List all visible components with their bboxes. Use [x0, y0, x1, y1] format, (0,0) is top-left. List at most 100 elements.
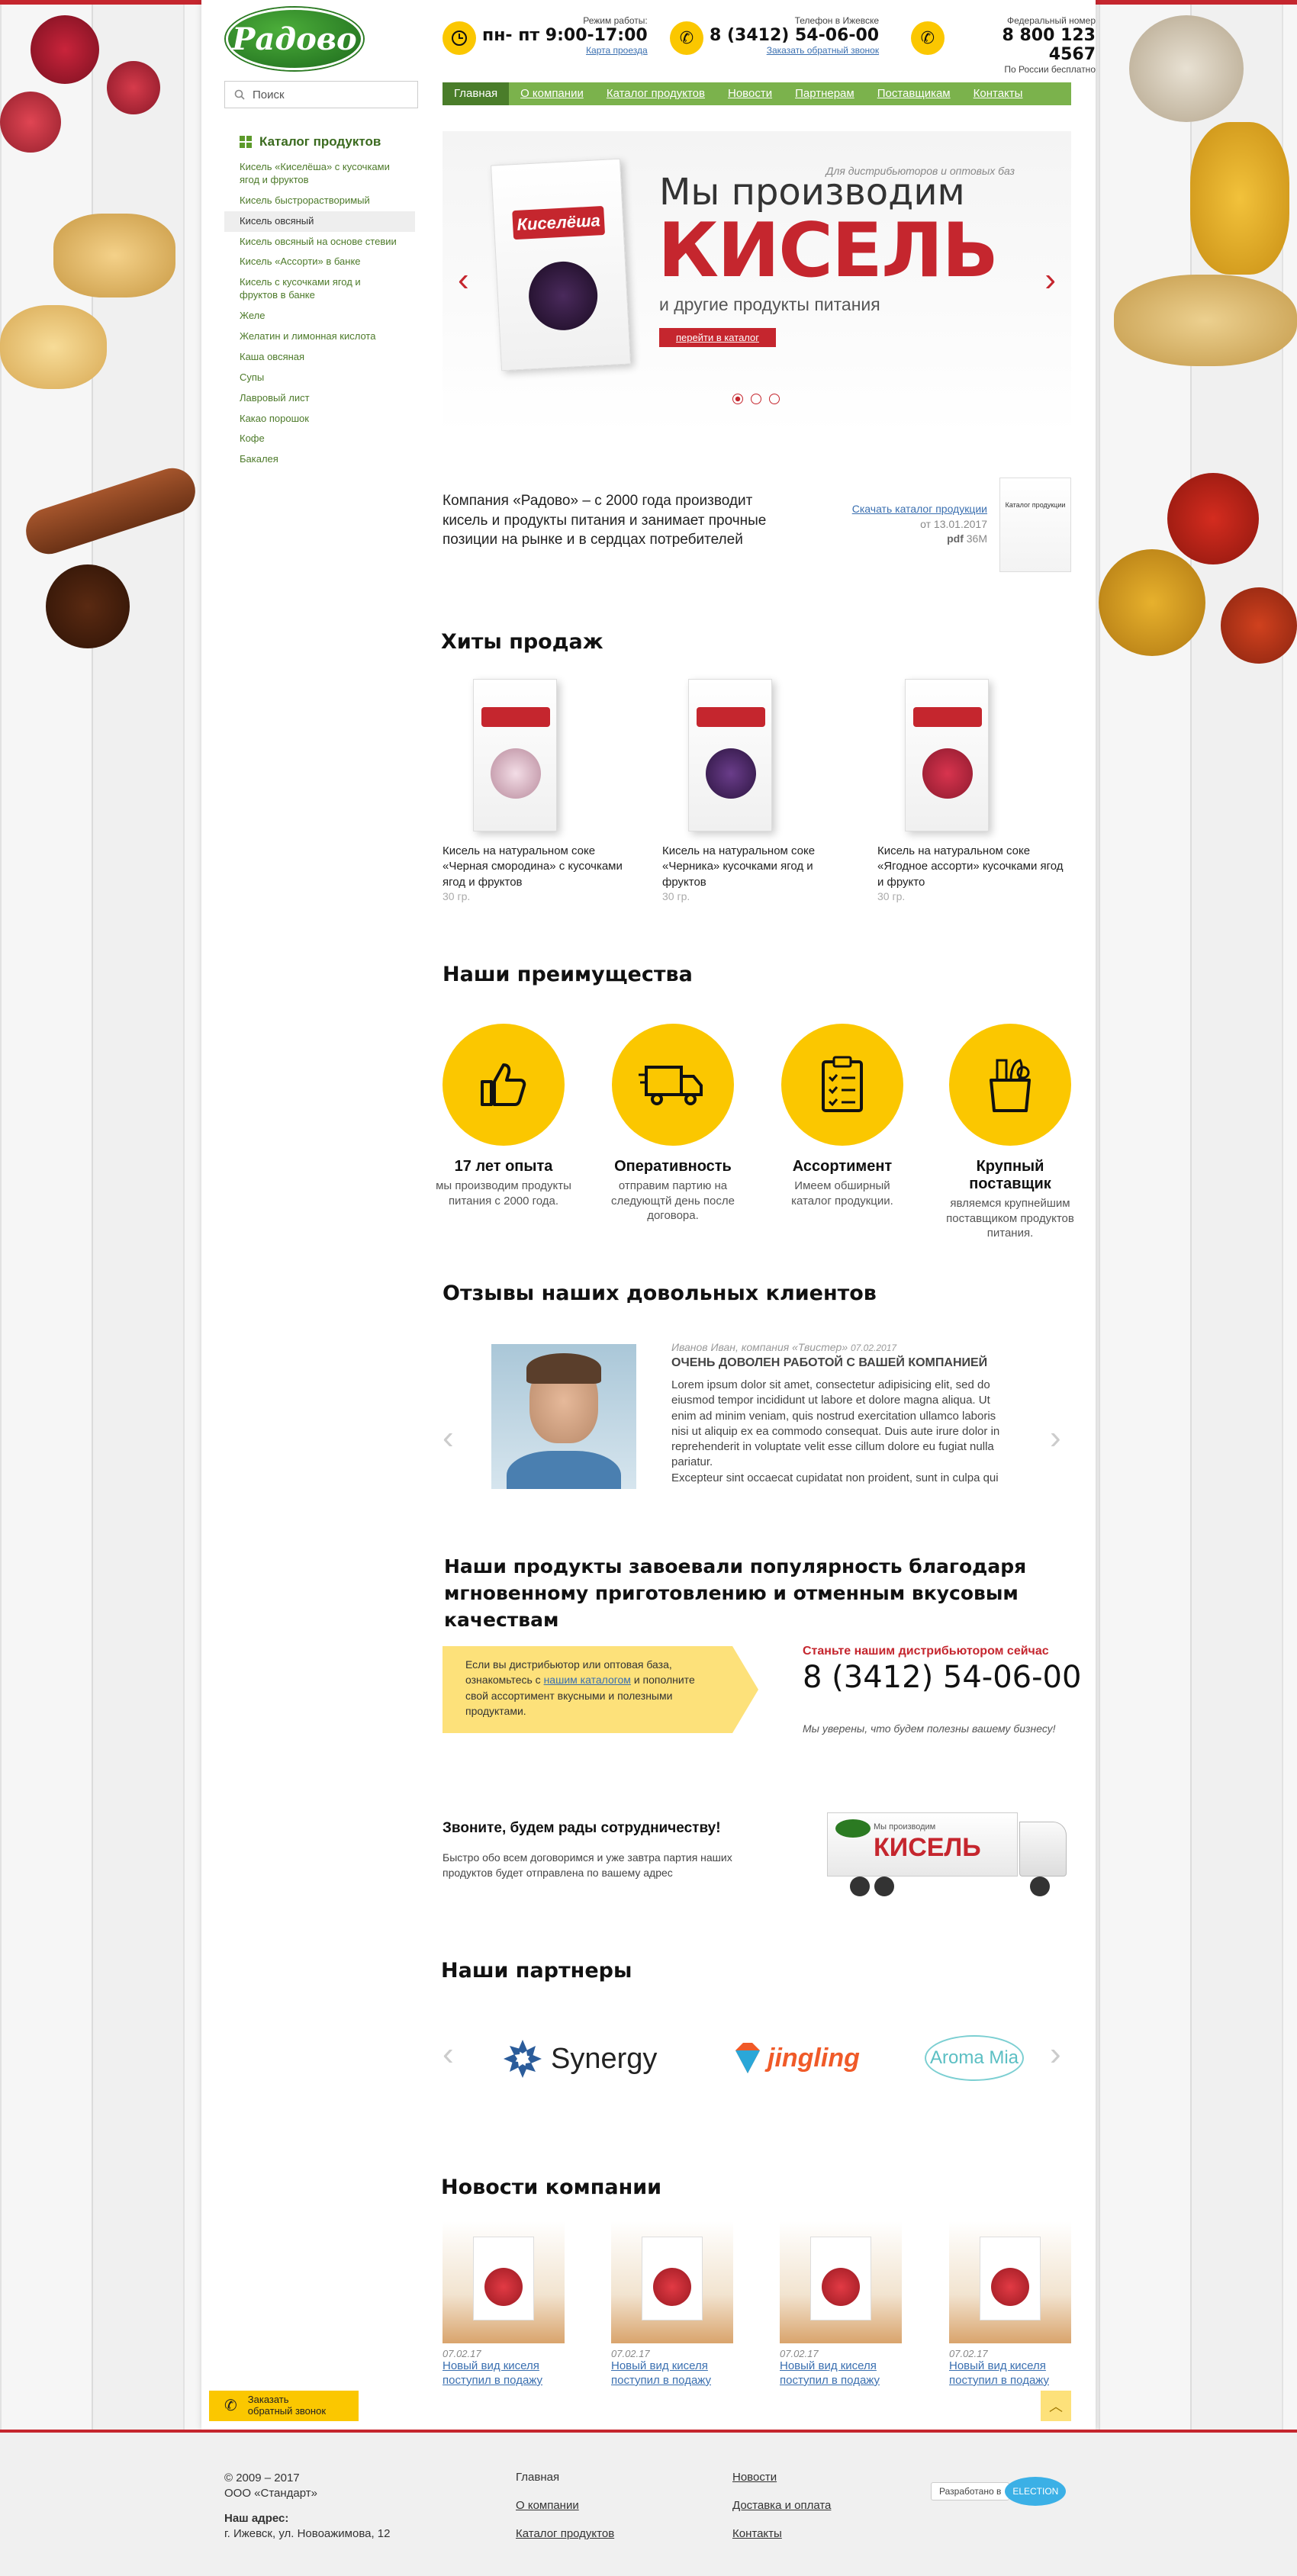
slider-dot[interactable]: [751, 394, 761, 404]
developer-badge[interactable]: Разработано в ELECTION: [931, 2477, 1067, 2506]
footer-link-about[interactable]: О компании: [516, 2499, 614, 2512]
news-date: 07.02.17: [780, 2348, 819, 2359]
partners-next-arrow[interactable]: ›: [1050, 2035, 1061, 2073]
news-link[interactable]: Новый вид киселя поступил в подажу: [611, 2359, 733, 2388]
download-catalog-link[interactable]: Скачать каталог продукции: [819, 502, 987, 517]
local-phone[interactable]: 8 (3412) 54-06-00: [710, 26, 879, 45]
partners-prev-arrow[interactable]: ‹: [443, 2035, 454, 2073]
footer-copyright: © 2009 – 2017: [224, 2471, 300, 2484]
catalog-item[interactable]: Кисель быстрорастворимый: [224, 191, 415, 211]
news-card[interactable]: 07.02.17 Новый вид киселя поступил в под…: [611, 2221, 733, 2388]
catalog-item[interactable]: Каша овсяная: [224, 347, 415, 368]
footer-link-catalog[interactable]: Каталог продуктов: [516, 2527, 614, 2540]
footer-org: ООО «Стандарт»: [224, 2486, 317, 2500]
catalog-item[interactable]: Желатин и лимонная кислота: [224, 326, 415, 347]
catalog-note-link[interactable]: нашим каталогом: [544, 1674, 631, 1686]
distributor-cta: Станьте нашим дистрибьютором сейчас: [803, 1645, 1049, 1658]
hit-card[interactable]: Кисель на натуральном соке «Черная сморо…: [443, 679, 633, 902]
slider-dot[interactable]: [769, 394, 780, 404]
thumbnail-text: Каталог продукции: [1005, 501, 1066, 509]
footer-link-news[interactable]: Новости: [732, 2471, 831, 2484]
advantage-title: Крупный поставщик: [969, 1158, 1051, 1192]
news-card[interactable]: 07.02.17 Новый вид киселя поступил в под…: [949, 2221, 1071, 2388]
slider-line2: КИСЕЛЬ: [658, 207, 999, 294]
scroll-top-button[interactable]: ︿: [1041, 2391, 1071, 2421]
catalog-item[interactable]: Бакалея: [224, 449, 415, 470]
news-card[interactable]: 07.02.17 Новый вид киселя поступил в под…: [780, 2221, 902, 2388]
callback-button[interactable]: ✆ Заказать обратный звонок: [209, 2391, 359, 2421]
slider-dot-active[interactable]: [732, 394, 743, 404]
work-hours-block: Режим работы: пн- пт 9:00-17:00 Карта пр…: [443, 15, 648, 56]
truck-small-text: Мы производим: [874, 1822, 936, 1832]
federal-phone-block: ✆ Федеральный номер 8 800 123 4567 По Ро…: [911, 15, 1096, 75]
catalog-item[interactable]: Какао порошок: [224, 409, 415, 429]
news-link[interactable]: Новый вид киселя поступил в подажу: [949, 2359, 1071, 2388]
page-container: Радово Поиск Режим работы: пн- пт 9:00-1…: [201, 0, 1096, 2430]
footer-col2: Новости Доставка и оплата Контакты: [732, 2471, 831, 2540]
review-prev-arrow[interactable]: ‹: [443, 1419, 454, 1457]
catalog-thumbnail[interactable]: Каталог продукции: [999, 478, 1071, 572]
thumbs-up-icon: [443, 1024, 565, 1146]
nav-news[interactable]: Новости: [716, 82, 784, 105]
catalog-heading[interactable]: Каталог продуктов: [240, 134, 381, 150]
footer-link-delivery[interactable]: Доставка и оплата: [732, 2499, 831, 2512]
download-size: 36M: [966, 532, 987, 545]
nav-suppliers[interactable]: Поставщикам: [866, 82, 962, 105]
news-link[interactable]: Новый вид киселя поступил в подажу: [443, 2359, 565, 2388]
news-card[interactable]: 07.02.17 Новый вид киселя поступил в под…: [443, 2221, 565, 2388]
catalog-item[interactable]: Лавровый лист: [224, 388, 415, 409]
news-link[interactable]: Новый вид киселя поступил в подажу: [780, 2359, 902, 2388]
product-weight: 30 гр.: [443, 889, 471, 902]
search-field[interactable]: Поиск: [224, 81, 418, 108]
main-nav: Главная О компании Каталог продуктов Нов…: [443, 82, 1071, 105]
nav-contacts[interactable]: Контакты: [962, 82, 1035, 105]
catalog-item[interactable]: Супы: [224, 368, 415, 388]
advantage-item: Ассортимент Имеем обширный каталог продук…: [781, 1024, 911, 1208]
synergy-logo-icon: [504, 2040, 542, 2078]
footer-link-contacts[interactable]: Контакты: [732, 2527, 831, 2540]
search-placeholder: Поиск: [253, 88, 285, 101]
partner-jingling[interactable]: jingling: [732, 2041, 860, 2075]
catalog-item[interactable]: Желе: [224, 306, 415, 326]
news-title: Новости компании: [441, 2176, 662, 2199]
grid-icon: [240, 136, 252, 148]
product-name: Кисель на натуральном соке «Ягодное ассо…: [877, 844, 1064, 889]
distributor-note: Если вы дистрибьютор или оптовая база, о…: [443, 1646, 732, 1733]
diamond-logo-icon: [735, 2043, 760, 2073]
hits-title: Хиты продаж: [441, 630, 603, 654]
nav-catalog[interactable]: Каталог продуктов: [595, 82, 716, 105]
advantages-title: Наши преимущества: [443, 963, 693, 986]
catalog-item[interactable]: Кисель «Ассорти» в банке: [224, 252, 415, 272]
map-link[interactable]: Карта проезда: [586, 45, 648, 56]
news-image: [780, 2221, 902, 2343]
catalog-item[interactable]: Кисель «Киселёша» с кусочками ягод и фру…: [224, 157, 415, 191]
partner-name: jingling: [768, 2043, 860, 2073]
federal-phone[interactable]: 8 800 123 4567: [951, 26, 1096, 64]
slider-dots: [732, 394, 780, 404]
catalog-item[interactable]: Кисель овсяный на основе стевии: [224, 232, 415, 252]
nav-partners[interactable]: Партнерам: [784, 82, 866, 105]
slider-prev-arrow[interactable]: ‹: [458, 261, 469, 299]
hit-card[interactable]: Кисель на натуральном соке «Черника» кус…: [662, 679, 853, 902]
slider-next-arrow[interactable]: ›: [1044, 261, 1056, 299]
review-next-arrow[interactable]: ›: [1050, 1419, 1061, 1457]
catalog-item-selected[interactable]: Кисель овсяный: [224, 211, 415, 232]
partner-synergy[interactable]: Synergy: [502, 2038, 657, 2079]
nav-home[interactable]: Главная: [443, 82, 510, 105]
partner-aromamia[interactable]: Aroma Mia: [925, 2035, 1024, 2081]
advantage-title: Оперативность: [614, 1158, 732, 1175]
distributor-phone[interactable]: 8 (3412) 54-06-00: [803, 1660, 1081, 1695]
callback-link[interactable]: Заказать обратный звонок: [767, 45, 879, 56]
nav-about[interactable]: О компании: [509, 82, 595, 105]
hit-card[interactable]: Кисель на натуральном соке «Ягодное ассо…: [877, 679, 1068, 902]
catalog-item[interactable]: Кисель с кусочками ягод и фруктов в банк…: [224, 272, 415, 306]
catalog-download: Скачать каталог продукции от 13.01.2017 …: [819, 502, 987, 547]
catalog-item[interactable]: Кофе: [224, 429, 415, 449]
advantage-text: Имеем обширный каталог продукции.: [791, 1179, 893, 1208]
radovo-logo[interactable]: Радово: [226, 8, 363, 70]
go-catalog-button[interactable]: перейти в каталог: [659, 328, 776, 347]
product-image: [905, 679, 989, 831]
company-intro: Компания «Радово» – с 2000 года производ…: [443, 493, 767, 548]
footer-link-home[interactable]: Главная: [516, 2471, 614, 2484]
footer-company: © 2009 – 2017 ООО «Стандарт» Наш адрес: …: [224, 2471, 390, 2541]
